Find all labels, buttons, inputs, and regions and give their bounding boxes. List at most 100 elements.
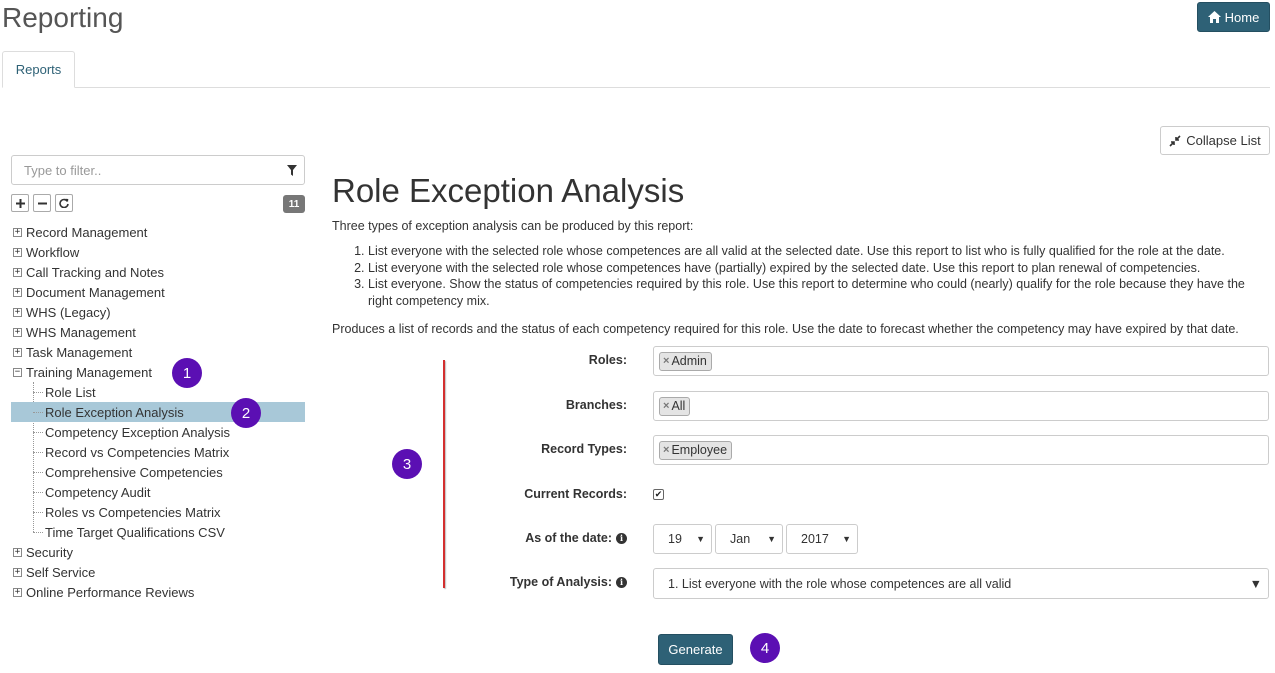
expand-icon[interactable]: + [13, 307, 22, 317]
info-icon[interactable]: i [616, 532, 627, 544]
annotation-bubble-2: 2 [231, 398, 261, 428]
record-type-tag: × Employee [659, 440, 733, 460]
plus-icon [15, 198, 25, 208]
branch-tag: × All [659, 396, 691, 416]
home-icon [1207, 11, 1221, 23]
tree-item-self-service[interactable]: + Self Service [11, 562, 305, 582]
branches-input[interactable]: × All [653, 391, 1269, 421]
expand-icon[interactable]: + [13, 587, 22, 597]
refresh-button[interactable] [55, 194, 73, 212]
analysis-type-select[interactable]: 1. List everyone with the role whose com… [653, 568, 1269, 599]
tree-item-competency-audit[interactable]: Competency Audit [11, 482, 305, 502]
compress-icon [1169, 134, 1181, 147]
caret-down-icon: ▼ [696, 534, 705, 544]
record-types-input[interactable]: × Employee [653, 435, 1269, 465]
expand-icon[interactable]: + [13, 547, 22, 557]
tree-item-record-management[interactable]: + Record Management [11, 222, 305, 242]
record-types-label: Record Types: [541, 442, 627, 456]
tree-item-security[interactable]: + Security [11, 542, 305, 562]
expand-icon[interactable]: + [13, 327, 22, 337]
expand-icon[interactable]: + [13, 347, 22, 357]
expand-icon[interactable]: + [13, 287, 22, 297]
branches-label: Branches: [565, 398, 627, 412]
date-day-select[interactable]: 19 ▼ [653, 524, 712, 554]
tree-item-label: Task Management [26, 344, 133, 360]
tabs-divider [2, 87, 1270, 88]
tree-item-call-tracking[interactable]: + Call Tracking and Notes [11, 262, 305, 282]
tree-item-task-management[interactable]: + Task Management [11, 342, 305, 362]
collapse-all-button[interactable] [33, 194, 51, 212]
tree-item-label: Online Performance Reviews [26, 584, 195, 600]
tree-item-label: Workflow [26, 244, 80, 260]
date-month-value: Jan [730, 532, 751, 546]
minus-icon [37, 202, 47, 204]
filter-icon[interactable] [280, 164, 304, 176]
expand-icon[interactable]: + [13, 267, 22, 277]
home-button[interactable]: Home [1197, 2, 1270, 32]
marker-line [443, 360, 445, 588]
expand-icon[interactable]: + [13, 227, 22, 237]
tree-item-label: Document Management [26, 284, 165, 300]
tree-item-time-target-qualifications-csv[interactable]: Time Target Qualifications CSV [11, 522, 305, 542]
expand-all-button[interactable] [11, 194, 29, 212]
analysis-steps: List everyone with the selected role who… [332, 243, 1262, 309]
annotation-bubble-1: 1 [172, 358, 202, 388]
step-item: List everyone. Show the status of compet… [368, 276, 1262, 309]
tree-item-competency-exception-analysis[interactable]: Competency Exception Analysis [11, 422, 305, 442]
collapse-icon[interactable]: − [13, 367, 22, 377]
tag-label: All [671, 399, 686, 413]
expand-icon[interactable]: + [13, 567, 22, 577]
info-icon[interactable]: i [616, 576, 627, 588]
tree-item-label: Self Service [26, 564, 96, 580]
caret-down-icon: ▼ [767, 534, 776, 544]
training-management-children: Role List Role Exception Analysis Compet… [11, 382, 305, 542]
date-year-value: 2017 [801, 532, 829, 546]
filter-box [11, 155, 305, 185]
step-item: List everyone with the selected role who… [368, 260, 1262, 277]
tree-item-label: WHS Management [26, 324, 136, 340]
tab-reports[interactable]: Reports [2, 51, 75, 88]
page-title: Role Exception Analysis [332, 172, 685, 209]
tree-item-label: Security [26, 544, 73, 560]
date-label-row: As of the date: i [525, 531, 627, 545]
remove-tag-icon[interactable]: × [663, 400, 669, 412]
analysis-label: Type of Analysis: [509, 575, 612, 589]
tree-item-document-management[interactable]: + Document Management [11, 282, 305, 302]
caret-down-icon: ▼ [1249, 576, 1262, 591]
tree-item-label: Record Management [26, 224, 148, 240]
tree-item-whs-legacy[interactable]: + WHS (Legacy) [11, 302, 305, 322]
refresh-icon [59, 198, 69, 208]
date-label: As of the date: [525, 531, 612, 545]
tree-item-comprehensive-competencies[interactable]: Comprehensive Competencies [11, 462, 305, 482]
step-item: List everyone with the selected role who… [368, 243, 1262, 260]
tag-label: Employee [671, 443, 728, 457]
tree-item-label: WHS (Legacy) [26, 304, 111, 320]
intro-text: Three types of exception analysis can be… [332, 219, 694, 233]
date-month-select[interactable]: Jan ▼ [715, 524, 783, 554]
tree-item-record-vs-competencies-matrix[interactable]: Record vs Competencies Matrix [11, 442, 305, 462]
description-text: Produces a list of records and the statu… [332, 322, 1239, 336]
annotation-bubble-3: 3 [392, 449, 422, 479]
tree-item-workflow[interactable]: + Workflow [11, 242, 305, 262]
filter-input[interactable] [22, 157, 280, 183]
remove-tag-icon[interactable]: × [663, 444, 669, 456]
expand-icon[interactable]: + [13, 247, 22, 257]
tree-item-label: Call Tracking and Notes [26, 264, 165, 280]
roles-input[interactable]: × Admin [653, 346, 1269, 376]
date-year-select[interactable]: 2017 ▼ [786, 524, 858, 554]
tree-item-role-list[interactable]: Role List [11, 382, 305, 402]
analysis-type-value: 1. List everyone with the role whose com… [668, 576, 1012, 591]
tag-label: Admin [671, 354, 707, 368]
count-badge: 11 [283, 195, 305, 213]
tree-item-online-performance-reviews[interactable]: + Online Performance Reviews [11, 582, 305, 602]
roles-label: Roles: [588, 353, 627, 367]
generate-button[interactable]: Generate [658, 634, 733, 665]
remove-tag-icon[interactable]: × [663, 355, 669, 367]
tree-item-training-management[interactable]: − Training Management [11, 362, 305, 382]
tree-item-whs-management[interactable]: + WHS Management [11, 322, 305, 342]
app-title: Reporting [2, 2, 124, 33]
tree-item-roles-vs-competencies-matrix[interactable]: Roles vs Competencies Matrix [11, 502, 305, 522]
caret-down-icon: ▼ [842, 534, 851, 544]
collapse-list-button[interactable]: Collapse List [1160, 126, 1270, 155]
current-records-checkbox[interactable]: ✔ [653, 489, 664, 500]
